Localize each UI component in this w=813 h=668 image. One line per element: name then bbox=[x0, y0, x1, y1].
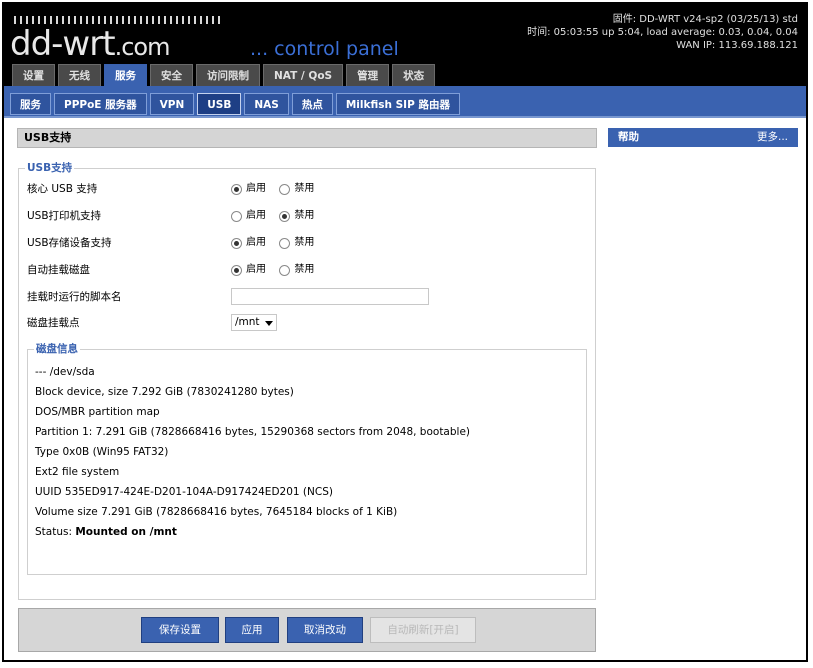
logo: dd-wrt.com bbox=[10, 24, 171, 65]
logo-suffix: .com bbox=[114, 33, 171, 61]
decorative-ticks bbox=[14, 16, 224, 24]
mount-point-select[interactable]: /mnt bbox=[231, 314, 277, 331]
window-frame: dd-wrt.com ... control panel 固件: DD-WRT … bbox=[2, 2, 808, 662]
main-content: USB支持 USB支持 核心 USB 支持 启用 禁用 USB打印机支持 启用 … bbox=[17, 128, 597, 600]
disk-info-line: UUID 535ED917-424E-D201-104A-D917424ED20… bbox=[35, 486, 333, 498]
tab-status[interactable]: 状态 bbox=[392, 64, 436, 86]
tab-nat-qos[interactable]: NAT / QoS bbox=[263, 64, 344, 86]
subtab-milkfish[interactable]: Milkfish SIP 路由器 bbox=[335, 93, 460, 115]
radio-disable-label: 禁用 bbox=[294, 237, 315, 248]
disk-status-value: Mounted on /mnt bbox=[75, 526, 177, 538]
uptime: 时间: 05:03:55 up 5:04, load average: 0.03… bbox=[527, 27, 798, 38]
disk-info-line: DOS/MBR partition map bbox=[35, 406, 160, 418]
tab-wireless[interactable]: 无线 bbox=[58, 64, 101, 86]
disk-info-line: --- /dev/sda bbox=[35, 366, 95, 378]
subtab-usb[interactable]: USB bbox=[197, 93, 242, 115]
setting-label: 核心 USB 支持 bbox=[27, 183, 98, 195]
radio-enable[interactable] bbox=[231, 264, 242, 276]
cancel-button[interactable]: 取消改动 bbox=[287, 617, 363, 643]
disk-info-legend: 磁盘信息 bbox=[34, 341, 80, 356]
firmware-version: 固件: DD-WRT v24-sp2 (03/25/13) std bbox=[612, 14, 798, 25]
disk-status-label: Status: bbox=[35, 526, 72, 538]
radio-group: 启用 禁用 bbox=[231, 260, 324, 280]
logo-main: dd-wrt bbox=[10, 24, 116, 64]
radio-disable[interactable] bbox=[279, 183, 291, 195]
radio-enable[interactable] bbox=[231, 237, 242, 249]
radio-disable[interactable] bbox=[279, 237, 291, 249]
radio-disable-label: 禁用 bbox=[294, 264, 315, 275]
tab-access-restrictions[interactable]: 访问限制 bbox=[196, 64, 260, 86]
setting-row-usb-printer: USB打印机支持 启用 禁用 bbox=[27, 206, 587, 226]
help-title: 帮助 bbox=[618, 131, 639, 143]
mount-point-value: /mnt bbox=[235, 316, 260, 328]
subtab-services[interactable]: 服务 bbox=[10, 93, 51, 115]
main-tabs: 设置 无线 服务 安全 访问限制 NAT / QoS 管理 状态 bbox=[12, 64, 436, 86]
system-info: 固件: DD-WRT v24-sp2 (03/25/13) std 时间: 05… bbox=[527, 13, 798, 52]
setting-row-mount-point: 磁盘挂载点 /mnt bbox=[27, 313, 587, 333]
header: dd-wrt.com ... control panel 固件: DD-WRT … bbox=[4, 4, 806, 86]
help-panel-header: 帮助 更多... bbox=[608, 128, 798, 147]
radio-enable-label: 启用 bbox=[246, 210, 266, 221]
usb-support-fieldset: USB支持 核心 USB 支持 启用 禁用 USB打印机支持 启用 禁用 USB… bbox=[18, 160, 596, 600]
chevron-down-icon bbox=[265, 321, 273, 326]
setting-row-automount: 自动挂载磁盘 启用 禁用 bbox=[27, 260, 587, 280]
tab-security[interactable]: 安全 bbox=[150, 64, 193, 86]
radio-disable-label: 禁用 bbox=[294, 210, 315, 221]
subtab-vpn[interactable]: VPN bbox=[149, 93, 195, 115]
radio-enable[interactable] bbox=[231, 210, 242, 222]
setting-row-usb-storage: USB存储设备支持 启用 禁用 bbox=[27, 233, 587, 253]
disk-info-line: Ext2 file system bbox=[35, 466, 120, 478]
mount-script-input[interactable] bbox=[231, 288, 429, 305]
radio-group: 启用 禁用 bbox=[231, 206, 324, 226]
subtab-pppoe-server[interactable]: PPPoE 服务器 bbox=[54, 93, 147, 115]
subtab-nas[interactable]: NAS bbox=[244, 93, 289, 115]
sub-nav: 服务 PPPoE 服务器 VPN USB NAS 热点 Milkfish SIP… bbox=[4, 86, 806, 118]
tagline: ... control panel bbox=[250, 38, 399, 60]
disk-info-line: Block device, size 7.292 GiB (7830241280… bbox=[35, 386, 294, 398]
disk-info-line: Partition 1: 7.291 GiB (7828668416 bytes… bbox=[35, 426, 471, 438]
setting-row-core-usb: 核心 USB 支持 启用 禁用 bbox=[27, 179, 587, 199]
setting-label: 磁盘挂载点 bbox=[27, 317, 80, 329]
tab-setup[interactable]: 设置 bbox=[12, 64, 55, 86]
apply-button[interactable]: 应用 bbox=[225, 617, 279, 643]
setting-label: 自动挂载磁盘 bbox=[27, 264, 90, 276]
radio-group: 启用 禁用 bbox=[231, 179, 324, 199]
radio-disable[interactable] bbox=[279, 264, 291, 276]
disk-info-line: Volume size 7.291 GiB (7828668416 bytes,… bbox=[35, 506, 398, 518]
tab-administration[interactable]: 管理 bbox=[346, 64, 390, 86]
radio-enable-label: 启用 bbox=[246, 237, 266, 248]
setting-label: 挂载时运行的脚本名 bbox=[27, 291, 122, 303]
auto-refresh-button: 自动刷新[开启] bbox=[370, 617, 476, 643]
wan-ip: WAN IP: 113.69.188.121 bbox=[676, 40, 798, 51]
setting-row-mount-script: 挂载时运行的脚本名 bbox=[27, 287, 587, 307]
save-button[interactable]: 保存设置 bbox=[141, 617, 219, 643]
radio-disable-label: 禁用 bbox=[294, 183, 315, 194]
disk-info-fieldset: 磁盘信息 --- /dev/sda Block device, size 7.2… bbox=[27, 341, 587, 575]
setting-label: USB存储设备支持 bbox=[27, 237, 112, 249]
radio-enable[interactable] bbox=[231, 183, 242, 195]
tab-services[interactable]: 服务 bbox=[104, 64, 147, 86]
sub-tabs: 服务 PPPoE 服务器 VPN USB NAS 热点 Milkfish SIP… bbox=[10, 93, 460, 115]
radio-disable[interactable] bbox=[279, 210, 291, 222]
subtab-hotspot[interactable]: 热点 bbox=[291, 93, 333, 115]
button-bar: 保存设置 应用 取消改动 自动刷新[开启] bbox=[18, 608, 596, 652]
disk-info-lines: --- /dev/sda Block device, size 7.292 Gi… bbox=[35, 362, 470, 542]
section-title: USB支持 bbox=[17, 128, 597, 148]
help-more-link[interactable]: 更多... bbox=[757, 128, 788, 147]
disk-info-line: Type 0x0B (Win95 FAT32) bbox=[35, 446, 169, 458]
disk-status-line: Status: Mounted on /mnt bbox=[35, 522, 470, 542]
setting-label: USB打印机支持 bbox=[27, 210, 102, 222]
fieldset-legend: USB支持 bbox=[25, 160, 75, 175]
radio-enable-label: 启用 bbox=[246, 264, 266, 275]
radio-group: 启用 禁用 bbox=[231, 233, 324, 253]
radio-enable-label: 启用 bbox=[246, 183, 266, 194]
